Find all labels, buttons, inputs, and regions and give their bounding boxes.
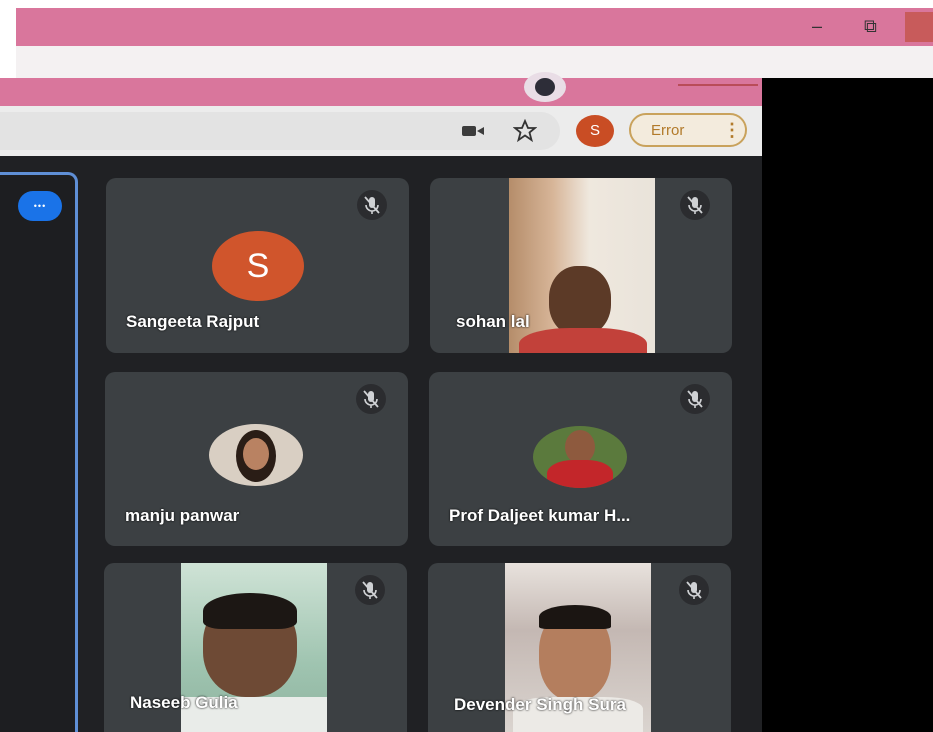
minimize-button[interactable]: – bbox=[812, 16, 822, 36]
participant-tile[interactable]: Prof Daljeet kumar H... bbox=[429, 372, 732, 546]
restore-button[interactable]: ⧉ bbox=[864, 16, 877, 36]
mic-off-icon bbox=[356, 384, 386, 414]
participant-name: Prof Daljeet kumar H... bbox=[449, 506, 631, 525]
window-title-bar: – ⧉ bbox=[16, 8, 933, 46]
person-face bbox=[565, 430, 595, 464]
participant-name: Sangeeta Rajput bbox=[126, 312, 260, 331]
error-label: Error bbox=[651, 122, 685, 139]
participant-avatar bbox=[533, 426, 627, 488]
participant-tile[interactable]: manju panwar bbox=[105, 372, 408, 546]
more-options-icon[interactable]: ••• bbox=[18, 191, 62, 221]
error-button[interactable]: Error ⋮ bbox=[629, 113, 747, 147]
participant-tile[interactable]: S Sangeeta Rajput bbox=[106, 178, 409, 353]
tab-divider bbox=[678, 84, 758, 86]
participant-name: manju panwar bbox=[125, 506, 240, 525]
mic-off-icon bbox=[357, 190, 387, 220]
participant-name: Devender Singh Sura bbox=[454, 695, 626, 714]
mic-off-icon bbox=[679, 575, 709, 605]
record-icon bbox=[535, 78, 555, 96]
participant-tile[interactable]: Naseeb Gulia bbox=[104, 563, 407, 732]
star-icon[interactable] bbox=[513, 119, 537, 143]
address-bar[interactable] bbox=[0, 112, 560, 150]
desktop-background bbox=[762, 78, 933, 732]
profile-avatar[interactable]: S bbox=[576, 115, 614, 147]
window-menu-strip bbox=[16, 46, 933, 78]
person-hair bbox=[203, 593, 297, 629]
participant-tile[interactable]: Devender Singh Sura bbox=[428, 563, 731, 732]
participant-avatar bbox=[209, 424, 303, 486]
menu-icon[interactable]: ⋮ bbox=[723, 120, 741, 141]
tab-strip bbox=[0, 72, 762, 106]
person-shirt bbox=[519, 328, 647, 353]
mic-off-icon bbox=[355, 575, 385, 605]
person-head bbox=[549, 266, 611, 336]
participant-name: sohan lal bbox=[456, 312, 530, 331]
side-panel: ••• bbox=[0, 172, 78, 732]
person-hair bbox=[539, 605, 611, 629]
participant-tile[interactable]: sohan lal bbox=[430, 178, 732, 353]
participant-video bbox=[509, 178, 655, 353]
participant-avatar: S bbox=[212, 231, 304, 301]
person-face bbox=[243, 438, 269, 470]
person-jacket bbox=[547, 460, 613, 488]
participant-name: Naseeb Gulia bbox=[130, 693, 238, 712]
mic-off-icon bbox=[680, 384, 710, 414]
close-button[interactable] bbox=[905, 12, 933, 42]
mic-off-icon bbox=[680, 190, 710, 220]
camera-icon[interactable] bbox=[460, 124, 486, 138]
tab-indicator[interactable] bbox=[524, 72, 566, 102]
